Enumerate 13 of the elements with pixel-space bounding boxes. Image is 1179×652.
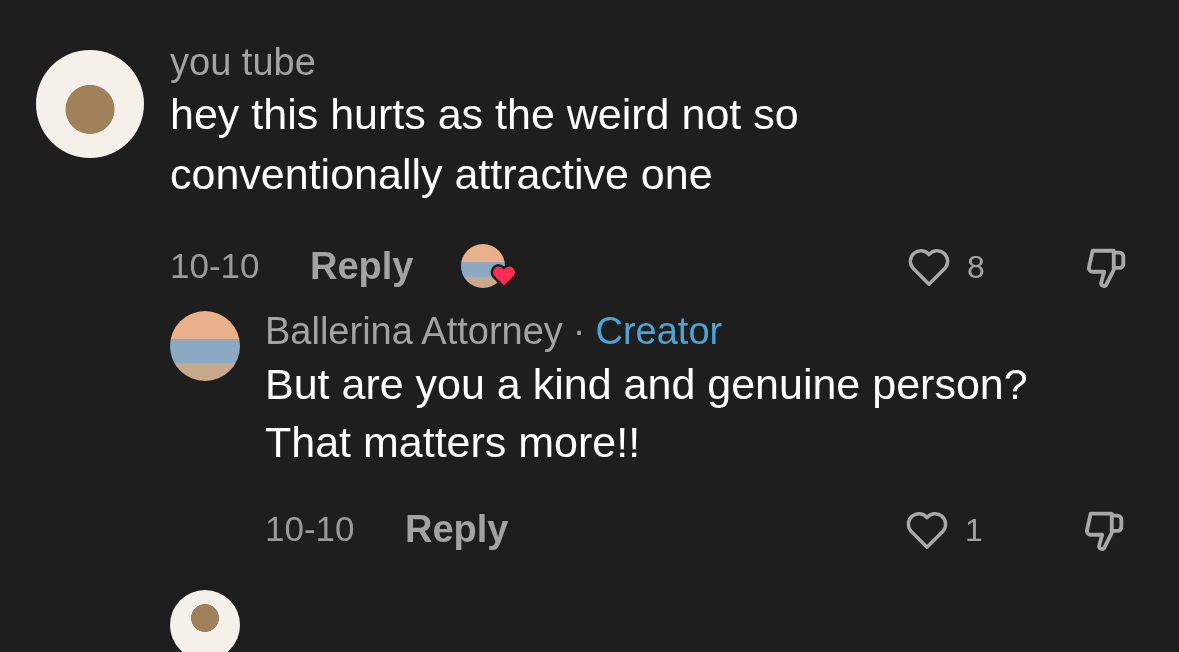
creator-label: Creator bbox=[595, 311, 723, 351]
like-count: 1 bbox=[965, 510, 983, 550]
reply-button[interactable]: Reply bbox=[310, 238, 414, 295]
like-count: 8 bbox=[967, 247, 985, 287]
avatar[interactable] bbox=[170, 590, 240, 652]
reply-button[interactable]: Reply bbox=[405, 501, 509, 558]
comment-text: hey this hurts as the weird not so conventionally attractive one bbox=[170, 89, 800, 200]
comment-text: But are you a kind and genuine person? That matters more!! bbox=[265, 359, 1029, 468]
username[interactable]: you tube bbox=[170, 42, 316, 82]
comment-date: 10-10 bbox=[265, 508, 356, 551]
comment-date: 10-10 bbox=[170, 245, 261, 288]
username[interactable]: Ballerina Attorney bbox=[265, 311, 563, 351]
separator: · bbox=[572, 311, 586, 351]
